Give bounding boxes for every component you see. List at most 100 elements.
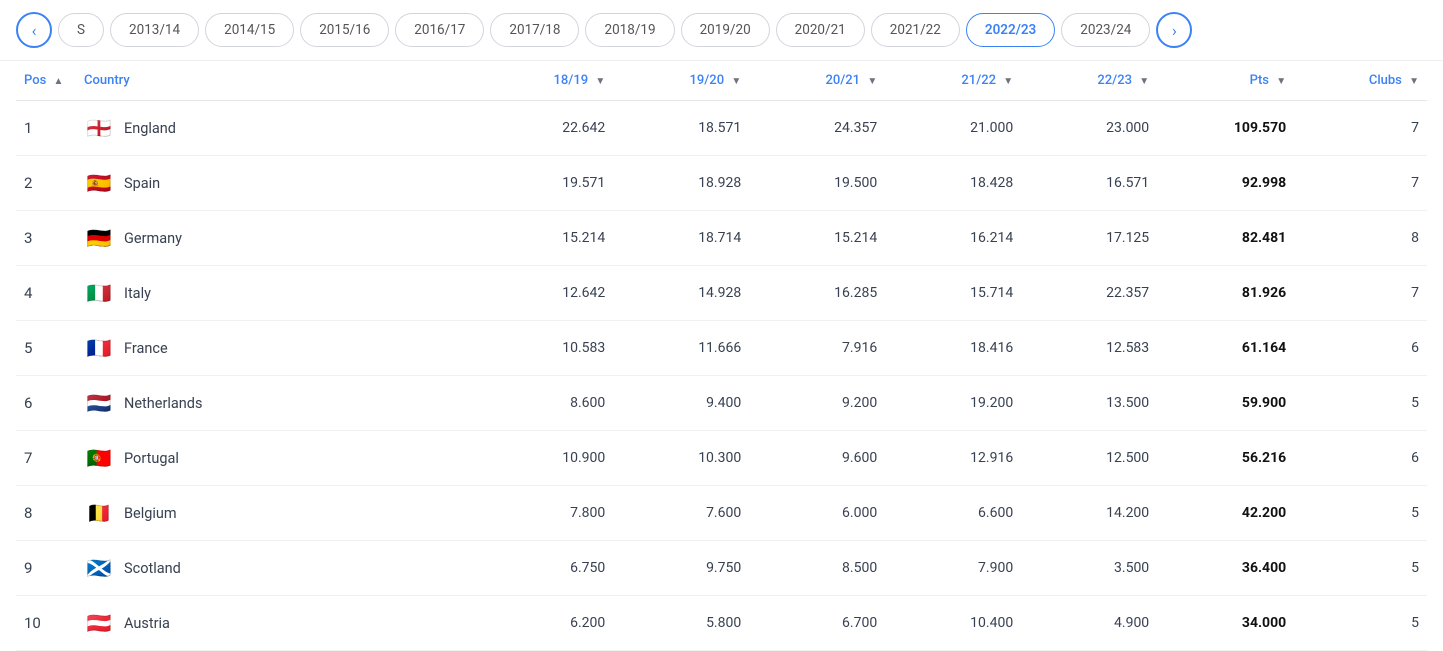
score-2223: 13.500: [1021, 376, 1157, 431]
flag-spain: 🇪🇸: [84, 168, 114, 198]
pts-cell: 109.570: [1157, 101, 1294, 156]
pos-cell: 9: [16, 541, 76, 596]
season-tab-202021[interactable]: 2020/21: [776, 13, 865, 47]
pos-cell: 3: [16, 211, 76, 266]
score-2223: 16.571: [1021, 156, 1157, 211]
flag-france: 🇫🇷: [84, 333, 114, 363]
score-2122: 7.900: [885, 541, 1021, 596]
header-pos[interactable]: Pos ▲: [16, 61, 76, 101]
pts-cell: 36.400: [1157, 541, 1294, 596]
table-row: 1 🏴󠁧󠁢󠁥󠁮󠁧󠁿 England 22.642 18.571 24.357 2…: [16, 101, 1427, 156]
country-name: Belgium: [124, 505, 177, 522]
score-2122: 10.400: [885, 596, 1021, 651]
table-row: 2 🇪🇸 Spain 19.571 18.928 19.500 18.428 1…: [16, 156, 1427, 211]
score-2223: 12.500: [1021, 431, 1157, 486]
country-name: Portugal: [124, 450, 179, 467]
table-row: 9 🏴󠁧󠁢󠁳󠁣󠁴󠁿 Scotland 6.750 9.750 8.500 7.9…: [16, 541, 1427, 596]
score-1819: 10.583: [477, 321, 613, 376]
header-2122[interactable]: 21/22 ▼: [885, 61, 1021, 101]
season-tab-201819[interactable]: 2018/19: [585, 13, 674, 47]
score-2122: 16.214: [885, 211, 1021, 266]
season-tab-201314[interactable]: 2013/14: [110, 13, 199, 47]
clubs-sort-icon: ▼: [1409, 76, 1419, 87]
pos-cell: 6: [16, 376, 76, 431]
country-name: France: [124, 340, 168, 357]
season-tab-201415[interactable]: 2014/15: [205, 13, 294, 47]
country-name: Austria: [124, 615, 170, 632]
country-cell: 🇳🇱 Netherlands: [76, 376, 477, 431]
clubs-cell: 7: [1294, 101, 1427, 156]
score-2223: 23.000: [1021, 101, 1157, 156]
table-row: 4 🇮🇹 Italy 12.642 14.928 16.285 15.714 2…: [16, 266, 1427, 321]
score-1920: 18.928: [613, 156, 749, 211]
clubs-cell: 7: [1294, 156, 1427, 211]
pos-cell: 10: [16, 596, 76, 651]
clubs-cell: 6: [1294, 321, 1427, 376]
score-1819: 7.800: [477, 486, 613, 541]
clubs-cell: 6: [1294, 431, 1427, 486]
score-1920: 11.666: [613, 321, 749, 376]
table-row: 3 🇩🇪 Germany 15.214 18.714 15.214 16.214…: [16, 211, 1427, 266]
season-tab-201617[interactable]: 2016/17: [395, 13, 484, 47]
rankings-table-wrap: Pos ▲ Country 18/19 ▼ 19/20 ▼ 20/21 ▼: [0, 61, 1443, 651]
season-tab-201920[interactable]: 2019/20: [681, 13, 770, 47]
score-2021: 8.500: [749, 541, 885, 596]
pts-cell: 56.216: [1157, 431, 1294, 486]
table-row: 8 🇧🇪 Belgium 7.800 7.600 6.000 6.600 14.…: [16, 486, 1427, 541]
pos-cell: 7: [16, 431, 76, 486]
pos-sort-icon: ▲: [54, 76, 64, 87]
season-tab-202223[interactable]: 2022/23: [966, 13, 1055, 47]
season-tab-202122[interactable]: 2021/22: [871, 13, 960, 47]
score-2223: 22.357: [1021, 266, 1157, 321]
country-cell: 🏴󠁧󠁢󠁥󠁮󠁧󠁿 England: [76, 101, 477, 156]
season-tab-s[interactable]: S: [58, 13, 104, 47]
score-2122: 18.416: [885, 321, 1021, 376]
season-tab-201718[interactable]: 2017/18: [490, 13, 579, 47]
header-1920[interactable]: 19/20 ▼: [613, 61, 749, 101]
country-cell: 🇵🇹 Portugal: [76, 431, 477, 486]
country-name: Italy: [124, 285, 151, 302]
season-tab-202324[interactable]: 2023/24: [1061, 13, 1150, 47]
col1920-sort-icon: ▼: [731, 76, 741, 87]
header-pts[interactable]: Pts ▼: [1157, 61, 1294, 101]
pos-cell: 5: [16, 321, 76, 376]
score-1819: 8.600: [477, 376, 613, 431]
country-name: Germany: [124, 230, 182, 247]
score-1920: 5.800: [613, 596, 749, 651]
col2122-sort-icon: ▼: [1003, 76, 1013, 87]
score-2223: 17.125: [1021, 211, 1157, 266]
score-1920: 18.571: [613, 101, 749, 156]
flag-scotland: 🏴󠁧󠁢󠁳󠁣󠁴󠁿: [84, 553, 114, 583]
header-2021[interactable]: 20/21 ▼: [749, 61, 885, 101]
flag-england: 🏴󠁧󠁢󠁥󠁮󠁧󠁿: [84, 113, 114, 143]
score-2021: 16.285: [749, 266, 885, 321]
prev-arrow[interactable]: ‹: [16, 12, 52, 48]
country-name: England: [124, 120, 176, 137]
pts-cell: 59.900: [1157, 376, 1294, 431]
table-row: 7 🇵🇹 Portugal 10.900 10.300 9.600 12.916…: [16, 431, 1427, 486]
flag-germany: 🇩🇪: [84, 223, 114, 253]
clubs-cell: 5: [1294, 541, 1427, 596]
score-1920: 14.928: [613, 266, 749, 321]
header-country: Country: [76, 61, 477, 101]
score-2021: 9.200: [749, 376, 885, 431]
flag-belgium: 🇧🇪: [84, 498, 114, 528]
score-2122: 19.200: [885, 376, 1021, 431]
score-1920: 10.300: [613, 431, 749, 486]
score-2021: 15.214: [749, 211, 885, 266]
header-1819[interactable]: 18/19 ▼: [477, 61, 613, 101]
col1819-sort-icon: ▼: [595, 76, 605, 87]
score-2021: 9.600: [749, 431, 885, 486]
score-2021: 6.700: [749, 596, 885, 651]
score-1819: 19.571: [477, 156, 613, 211]
clubs-cell: 7: [1294, 266, 1427, 321]
table-row: 6 🇳🇱 Netherlands 8.600 9.400 9.200 19.20…: [16, 376, 1427, 431]
score-1819: 10.900: [477, 431, 613, 486]
header-2223[interactable]: 22/23 ▼: [1021, 61, 1157, 101]
header-clubs[interactable]: Clubs ▼: [1294, 61, 1427, 101]
score-1819: 15.214: [477, 211, 613, 266]
next-arrow[interactable]: ›: [1156, 12, 1192, 48]
score-2021: 19.500: [749, 156, 885, 211]
season-tab-201516[interactable]: 2015/16: [300, 13, 389, 47]
country-cell: 🏴󠁧󠁢󠁳󠁣󠁴󠁿 Scotland: [76, 541, 477, 596]
